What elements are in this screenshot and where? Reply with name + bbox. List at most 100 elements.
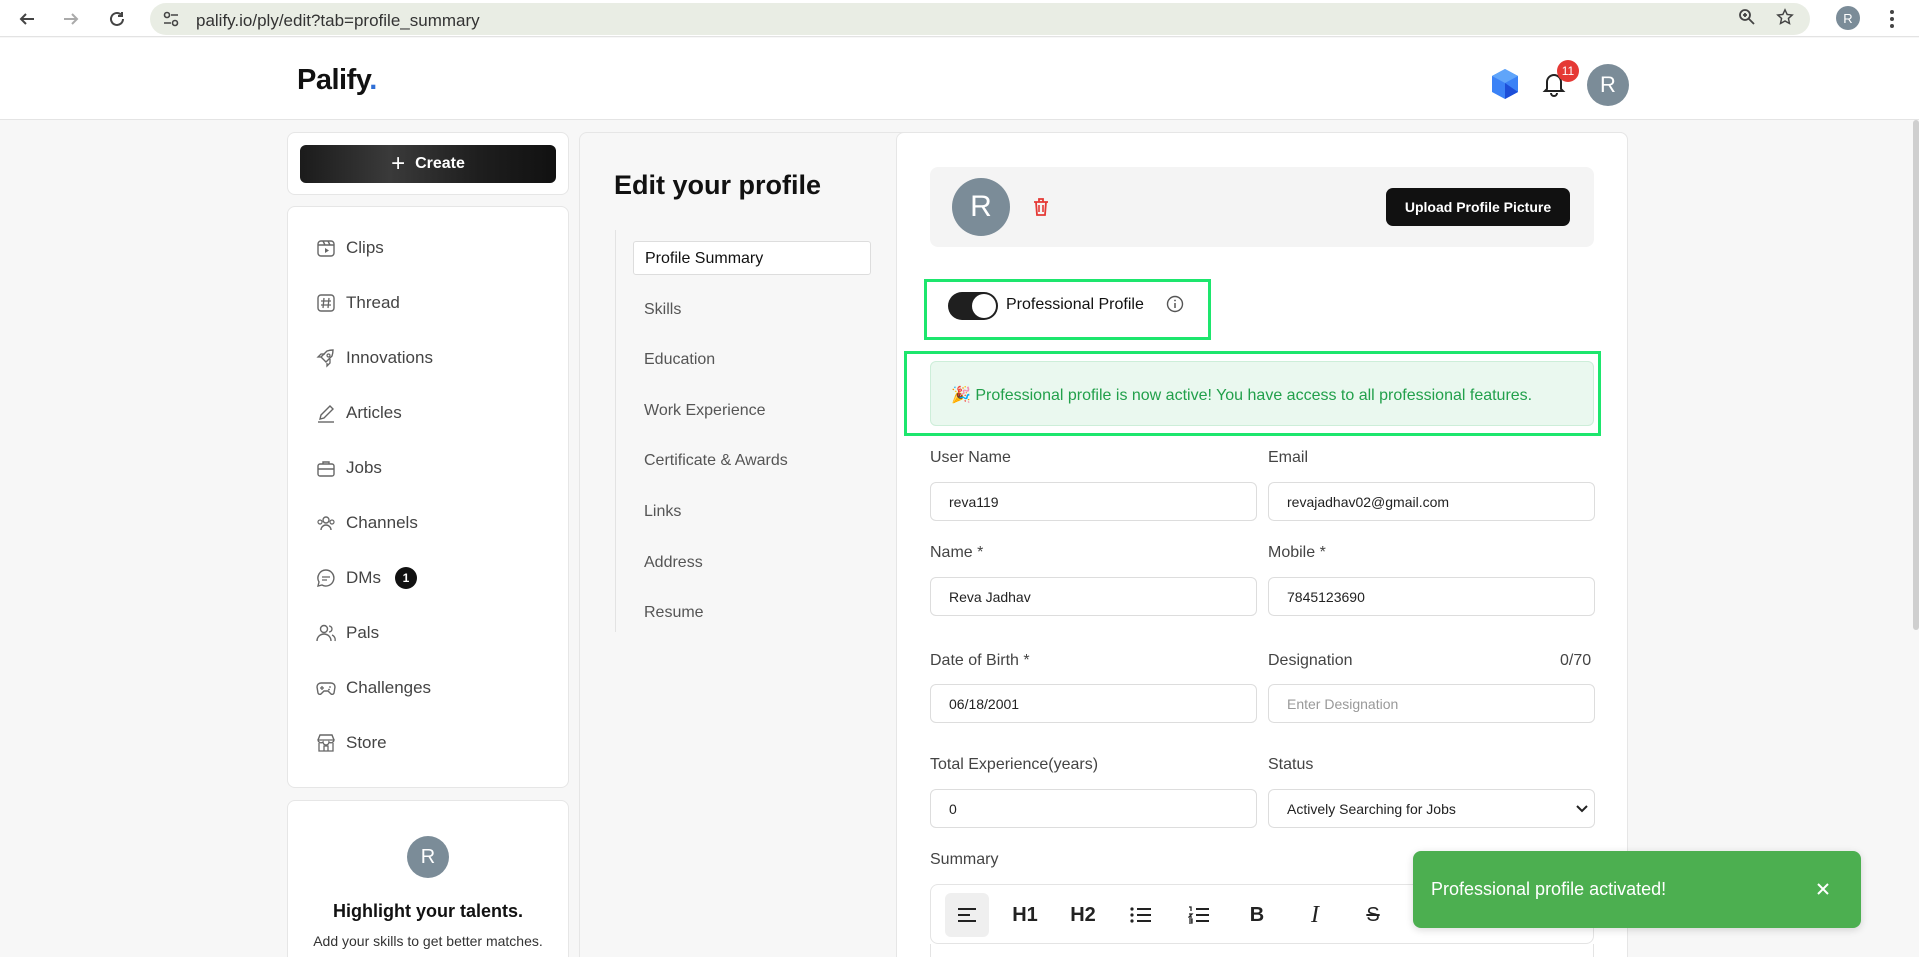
more-vertical-icon bbox=[1890, 10, 1894, 28]
palify-logo[interactable]: Palify. bbox=[297, 64, 377, 97]
page-title: Edit your profile bbox=[614, 170, 822, 200]
success-alert: 🎉 Professional profile is now active! Yo… bbox=[930, 361, 1594, 426]
sidebar-item-channels[interactable]: Channels bbox=[316, 510, 418, 536]
tabs-divider bbox=[615, 230, 616, 632]
sidebar-item-challenges[interactable]: Challenges bbox=[316, 675, 431, 701]
forward-button[interactable] bbox=[58, 6, 84, 32]
mobile-label: Mobile * bbox=[1268, 544, 1326, 561]
briefcase-icon bbox=[317, 461, 335, 477]
profile-avatar: R bbox=[952, 178, 1010, 236]
heading2-label: H2 bbox=[1070, 903, 1096, 926]
dob-input[interactable]: 06/18/2001 bbox=[930, 684, 1257, 723]
heading1-button[interactable]: H1 bbox=[1003, 893, 1047, 937]
upload-profile-picture-button[interactable]: Upload Profile Picture bbox=[1386, 188, 1570, 226]
user-avatar[interactable]: R bbox=[1587, 64, 1629, 106]
sidebar-item-articles[interactable]: Articles bbox=[316, 400, 402, 426]
pencil-icon bbox=[318, 405, 334, 423]
sidebar-item-label: Jobs bbox=[346, 458, 382, 477]
strikethrough-button[interactable]: S bbox=[1351, 893, 1395, 937]
skills-promo-card: R Highlight your talents. Add your skill… bbox=[287, 800, 569, 957]
back-button[interactable] bbox=[14, 6, 40, 32]
numbered-list-icon bbox=[1188, 906, 1209, 924]
plus-icon: + bbox=[391, 150, 406, 177]
app-header: Palify. 11 R bbox=[0, 38, 1919, 120]
zoom-icon bbox=[1739, 9, 1755, 25]
sidebar-item-label: Thread bbox=[346, 293, 400, 312]
toggle-knob bbox=[972, 294, 996, 318]
tab-education[interactable]: Education bbox=[644, 351, 715, 369]
sidebar-item-thread[interactable]: Thread bbox=[316, 290, 400, 316]
address-bar[interactable]: palify.io/ply/edit?tab=profile_summary bbox=[150, 3, 1810, 35]
summary-editor[interactable] bbox=[930, 944, 1594, 957]
reload-button[interactable] bbox=[104, 6, 130, 32]
align-left-button[interactable] bbox=[945, 893, 989, 937]
tab-resume[interactable]: Resume bbox=[644, 604, 704, 622]
mobile-input[interactable]: 7845123690 bbox=[1268, 577, 1595, 616]
site-settings-icon[interactable] bbox=[162, 10, 180, 28]
tab-work-experience[interactable]: Work Experience bbox=[644, 402, 766, 420]
logo-dot: . bbox=[369, 64, 377, 96]
alert-text: 🎉 Professional profile is now active! Yo… bbox=[951, 387, 1533, 404]
sidebar-item-label: Pals bbox=[346, 623, 380, 642]
tab-certificate-awards[interactable]: Certificate & Awards bbox=[644, 452, 788, 470]
hashtag-icon bbox=[317, 294, 335, 312]
professional-profile-toggle[interactable] bbox=[948, 292, 998, 320]
create-button[interactable]: + Create bbox=[300, 145, 556, 183]
bold-button[interactable]: B bbox=[1235, 893, 1279, 937]
arrow-left-icon bbox=[19, 13, 34, 25]
sidebar-item-label: Store bbox=[346, 733, 387, 752]
sidebar-item-label: Innovations bbox=[346, 348, 433, 367]
status-selected-value: Actively Searching for Jobs bbox=[1287, 800, 1456, 817]
username-input[interactable]: reva119 bbox=[930, 482, 1257, 521]
bullet-list-button[interactable] bbox=[1119, 893, 1163, 937]
browser-profile-avatar[interactable]: R bbox=[1836, 6, 1860, 30]
sidebar-item-jobs[interactable]: Jobs bbox=[316, 455, 382, 481]
zoom-button[interactable] bbox=[1734, 6, 1760, 28]
sidebar-item-innovations[interactable]: Innovations bbox=[316, 345, 433, 371]
trash-icon[interactable] bbox=[1030, 196, 1052, 218]
gem-icon[interactable] bbox=[1490, 68, 1520, 100]
notification-badge: 11 bbox=[1557, 60, 1579, 82]
page-scrollbar[interactable] bbox=[1913, 120, 1919, 630]
success-toast: Professional profile activated! bbox=[1413, 851, 1861, 928]
create-label: Create bbox=[415, 155, 465, 172]
summary-label: Summary bbox=[930, 851, 999, 868]
promo-subtitle: Add your skills to get better matches. bbox=[313, 933, 543, 949]
sidebar-item-pals[interactable]: Pals bbox=[316, 620, 379, 646]
name-input[interactable]: Reva Jadhav bbox=[930, 577, 1257, 616]
bullet-list-icon bbox=[1130, 907, 1151, 923]
sidebar-item-label: Clips bbox=[346, 238, 384, 257]
create-card: + Create bbox=[287, 132, 569, 195]
close-icon[interactable] bbox=[1813, 879, 1833, 899]
sidebar-item-label: Challenges bbox=[346, 678, 432, 697]
sidebar-item-label: Channels bbox=[346, 513, 418, 532]
sidebar-item-store[interactable]: Store bbox=[316, 730, 387, 756]
tab-skills[interactable]: Skills bbox=[644, 301, 681, 319]
email-input[interactable]: revajadhav02@gmail.com bbox=[1268, 482, 1595, 521]
heading2-button[interactable]: H2 bbox=[1061, 893, 1105, 937]
tab-profile-summary[interactable]: Profile Summary bbox=[633, 241, 871, 275]
toast-message: Professional profile activated! bbox=[1431, 879, 1667, 899]
status-select[interactable]: Actively Searching for Jobs bbox=[1268, 789, 1595, 828]
promo-avatar: R bbox=[407, 836, 449, 878]
dm-count-badge: 1 bbox=[394, 567, 417, 589]
browser-toolbar: palify.io/ply/edit?tab=profile_summary R bbox=[0, 0, 1919, 37]
chevron-down-icon bbox=[1576, 805, 1588, 813]
tab-links[interactable]: Links bbox=[644, 503, 681, 521]
experience-input[interactable]: 0 bbox=[930, 789, 1257, 828]
italic-button[interactable]: I bbox=[1293, 893, 1337, 937]
url-text: palify.io/ply/edit?tab=profile_summary bbox=[196, 11, 480, 30]
tab-address[interactable]: Address bbox=[644, 554, 703, 572]
sidebar-item-clips[interactable]: Clips bbox=[316, 235, 384, 261]
info-icon[interactable] bbox=[1166, 295, 1184, 313]
dob-label: Date of Birth * bbox=[930, 652, 1030, 669]
username-label: User Name bbox=[930, 449, 1011, 466]
users-icon bbox=[316, 624, 336, 642]
numbered-list-button[interactable] bbox=[1177, 893, 1221, 937]
bookmark-button[interactable] bbox=[1772, 6, 1798, 28]
sidebar-item-dms[interactable]: DMs 1 bbox=[316, 565, 417, 591]
chat-icon bbox=[317, 569, 335, 587]
star-icon bbox=[1776, 8, 1794, 25]
designation-input[interactable]: Enter Designation bbox=[1268, 684, 1595, 723]
browser-menu-button[interactable] bbox=[1880, 6, 1904, 32]
